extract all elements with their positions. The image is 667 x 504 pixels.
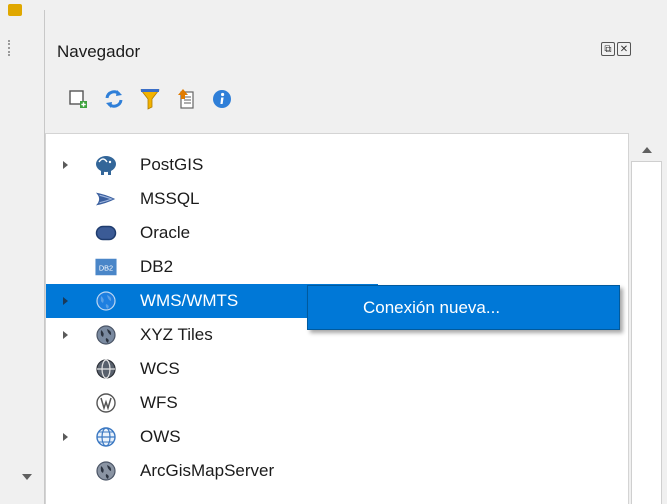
scroll-down-arrow-icon[interactable] bbox=[22, 474, 32, 480]
db2-icon-text: DB2 bbox=[99, 264, 113, 273]
float-panel-button[interactable]: ⧉ bbox=[601, 42, 615, 56]
tree-item-label: OWS bbox=[140, 427, 181, 446]
filter-icon[interactable] bbox=[139, 88, 161, 110]
wms-globe-icon bbox=[95, 290, 117, 312]
collapse-all-icon[interactable] bbox=[175, 88, 197, 110]
browser-toolbar bbox=[67, 86, 233, 112]
refresh-icon[interactable] bbox=[103, 88, 125, 110]
dock-grip-icon bbox=[8, 4, 22, 16]
tree-item-postgis[interactable]: PostGIS bbox=[46, 148, 628, 182]
info-icon[interactable] bbox=[211, 88, 233, 110]
tree-item-arcgismapserver[interactable]: ArcGisMapServer bbox=[46, 454, 628, 488]
left-dock-strip bbox=[0, 0, 45, 504]
tree-item-db2[interactable]: DB2 DB2 bbox=[46, 250, 628, 284]
tree-item-oracle[interactable]: Oracle bbox=[46, 216, 628, 250]
tree-item-label: WMS/WMTS bbox=[140, 291, 239, 310]
tree-item-label: WFS bbox=[140, 393, 178, 412]
mssql-icon bbox=[95, 188, 117, 210]
panel-title: Navegador bbox=[57, 42, 141, 61]
expand-arrow-icon[interactable] bbox=[63, 433, 68, 441]
tree-item-label: ArcGisMapServer bbox=[140, 461, 275, 480]
tree-item-label: PostGIS bbox=[140, 155, 204, 174]
tree-item-label: WCS bbox=[140, 359, 180, 378]
panel-title-buttons: ⧉ ✕ bbox=[601, 42, 631, 56]
db2-icon: DB2 bbox=[95, 256, 117, 278]
qgis-window: Navegador ⧉ ✕ PostGIS MSSQL Oracle DB2 D… bbox=[0, 0, 667, 504]
tree-scrollbar[interactable] bbox=[628, 133, 666, 504]
tree-item-ows[interactable]: OWS bbox=[46, 420, 628, 454]
tree-item-wfs[interactable]: WFS bbox=[46, 386, 628, 420]
scrollbar-thumb[interactable] bbox=[631, 161, 662, 504]
scroll-up-arrow-icon[interactable] bbox=[642, 147, 652, 153]
xyz-globe-icon bbox=[95, 324, 117, 346]
tree-item-label: XYZ Tiles bbox=[140, 325, 213, 344]
expand-arrow-icon[interactable] bbox=[63, 297, 68, 305]
wcs-globe-icon bbox=[95, 358, 117, 380]
context-menu-item-new-connection[interactable]: Conexión nueva... bbox=[363, 298, 500, 318]
tree-item-label: MSSQL bbox=[140, 189, 200, 208]
postgis-elephant-icon bbox=[95, 154, 117, 176]
close-panel-button[interactable]: ✕ bbox=[617, 42, 631, 56]
drag-handle-icon[interactable] bbox=[8, 40, 13, 56]
ows-globe-icon bbox=[95, 426, 117, 448]
tree-item-label: Oracle bbox=[140, 223, 191, 242]
wfs-globe-icon bbox=[95, 392, 117, 414]
oracle-icon bbox=[95, 222, 117, 244]
browser-panel: Navegador ⧉ ✕ PostGIS MSSQL Oracle DB2 D… bbox=[45, 10, 667, 504]
tree-item-mssql[interactable]: MSSQL bbox=[46, 182, 628, 216]
add-selected-layers-icon[interactable] bbox=[67, 88, 89, 110]
tree-item-wcs[interactable]: WCS bbox=[46, 352, 628, 386]
context-menu: Conexión nueva... bbox=[307, 285, 620, 330]
top-band bbox=[44, 0, 667, 10]
expand-arrow-icon[interactable] bbox=[63, 331, 68, 339]
expand-arrow-icon[interactable] bbox=[63, 161, 68, 169]
tree-item-label: DB2 bbox=[140, 257, 174, 276]
arcgis-globe-icon bbox=[95, 460, 117, 482]
